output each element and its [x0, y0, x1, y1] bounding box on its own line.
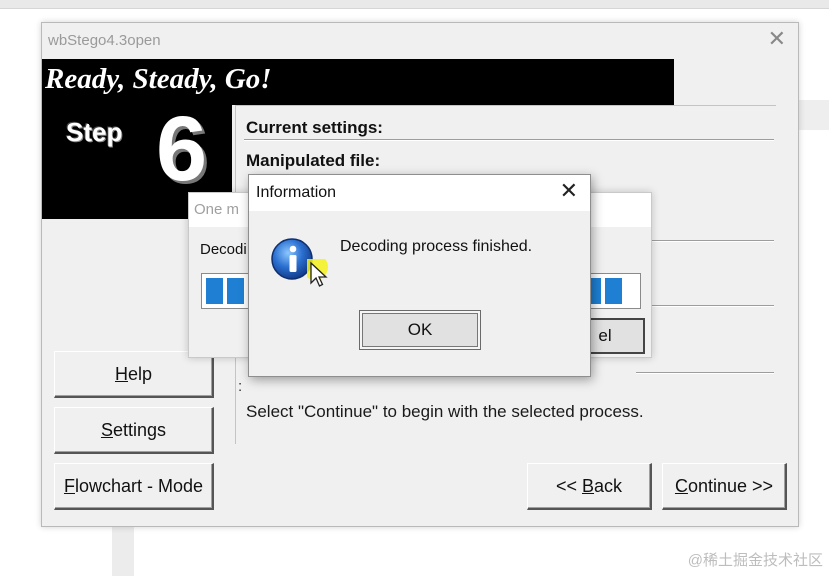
help-button[interactable]: Help: [54, 351, 214, 398]
help-label-post: elp: [127, 363, 153, 384]
info-message: Decoding process finished.: [340, 238, 533, 255]
background-taskbar-strip: [0, 0, 829, 9]
ok-button[interactable]: OK: [359, 310, 481, 350]
settings-label-mnemonic: S: [100, 419, 113, 440]
manipulated-file-label: Manipulated file:: [246, 151, 381, 170]
progress-segment: [206, 278, 223, 304]
divider: [636, 372, 774, 374]
divider: [636, 240, 774, 242]
help-label-mnemonic: H: [114, 363, 128, 384]
step-number: 6: [156, 98, 208, 200]
information-dialog: Information ✕ Decoding process finished.…: [248, 174, 591, 377]
window-close-icon[interactable]: ✕: [768, 28, 786, 50]
progress-dialog-title: One m: [194, 201, 240, 218]
background-fragment: [797, 100, 829, 130]
flowchart-label-post: lowchart - Mode: [74, 475, 204, 496]
progress-segment: [605, 278, 622, 304]
mouse-cursor-icon: [307, 259, 328, 287]
divider: [244, 139, 774, 141]
settings-label-post: ettings: [112, 419, 167, 440]
list-bullet: :: [238, 378, 243, 395]
progress-label: Decodi: [200, 241, 247, 258]
cancel-label: el: [598, 326, 612, 345]
continue-label-mnemonic: C: [674, 475, 688, 496]
back-label-mnemonic: B: [582, 475, 595, 496]
watermark: @稀土掘金技术社区: [687, 552, 823, 569]
current-settings-label: Current settings:: [246, 118, 383, 137]
continue-label-post: ontinue >>: [687, 475, 774, 496]
window-title: wbStego4.3open: [48, 32, 161, 49]
back-label-post: ack: [594, 475, 623, 496]
divider: [636, 305, 774, 307]
step-label: Step: [66, 117, 123, 147]
back-button[interactable]: << Back: [527, 463, 652, 510]
continue-button[interactable]: Continue >>: [662, 463, 787, 510]
back-label-pre: <<: [555, 475, 582, 496]
banner: Ready, Steady, Go!: [42, 59, 674, 105]
flowchart-mode-button[interactable]: Flowchart - Mode: [54, 463, 214, 510]
ok-label: OK: [407, 320, 433, 339]
info-text: Select "Continue" to begin with the sele…: [246, 402, 644, 421]
progress-segment: [227, 278, 244, 304]
banner-text: Ready, Steady, Go!: [45, 63, 272, 95]
settings-button[interactable]: Settings: [54, 407, 214, 454]
info-dialog-title: Information: [256, 184, 337, 201]
flowchart-label-mnemonic: F: [63, 475, 75, 496]
close-icon[interactable]: ✕: [560, 180, 578, 202]
